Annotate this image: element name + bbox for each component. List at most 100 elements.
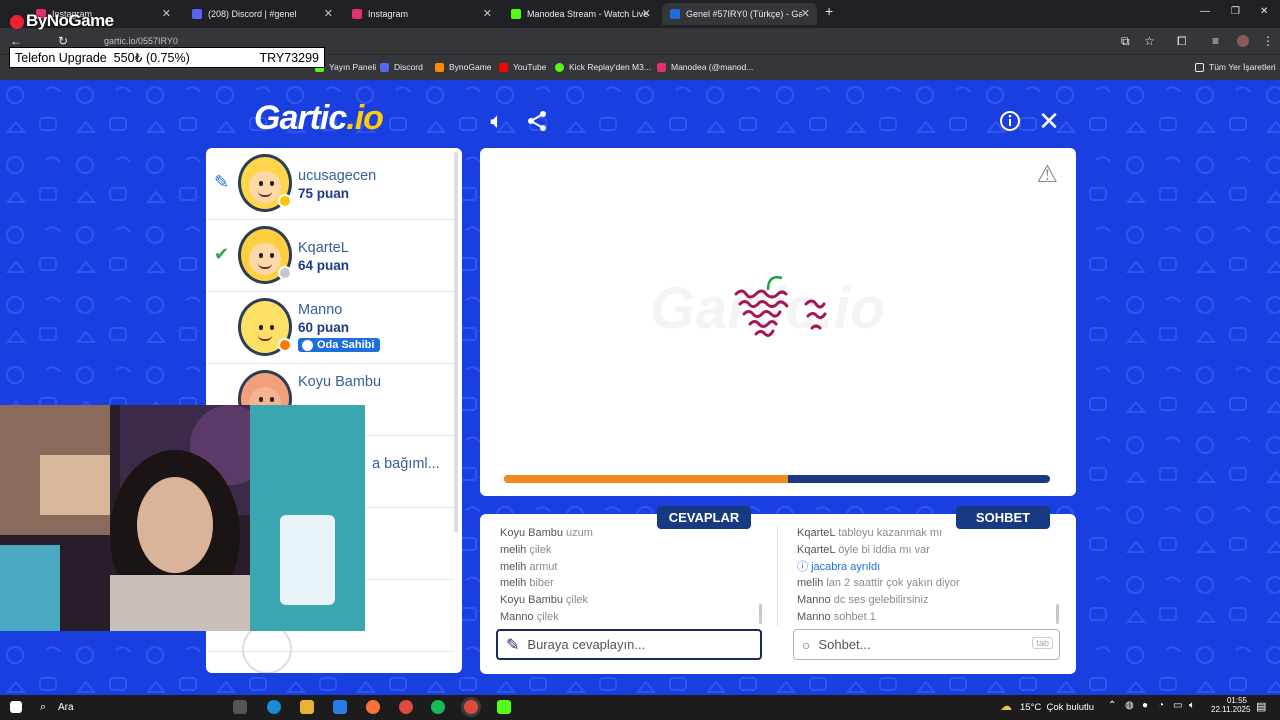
taskbar-search[interactable]: Ara xyxy=(58,702,74,713)
chat-input[interactable]: ○ Sohbet... tab xyxy=(793,629,1060,660)
edge-icon[interactable] xyxy=(267,700,281,714)
tray-chevron-icon[interactable]: ⌃ xyxy=(1108,700,1116,711)
bookmark-item[interactable]: Discord xyxy=(380,62,423,72)
reload-icon[interactable]: ↻ xyxy=(58,34,68,48)
minimize-button[interactable]: — xyxy=(1200,6,1210,17)
firefox-icon[interactable] xyxy=(366,700,380,714)
bookmark-item[interactable]: Kick Replay'den M3... xyxy=(555,62,651,72)
message-user: melih xyxy=(500,543,527,556)
install-app-icon[interactable]: ⧉ xyxy=(1121,34,1130,49)
message-text: çilek xyxy=(566,594,589,607)
round-timer-fill xyxy=(504,475,788,483)
message-text: lan 2 saattir çok yakın diyor xyxy=(826,577,960,590)
all-bookmarks[interactable]: Tüm Yer İşaretleri xyxy=(1195,62,1276,72)
close-icon[interactable]: ✕ xyxy=(1034,106,1064,136)
bookmark-label: YouTube xyxy=(513,62,547,72)
wifi-icon[interactable]: ◔ xyxy=(1158,700,1164,711)
browser-tab-3[interactable]: Instagram ✕ xyxy=(344,3,499,25)
player-row[interactable]: Manno 60 puan Oda Sahibi xyxy=(206,292,454,364)
drawing-canvas[interactable]: ⚠ Gartic.io xyxy=(480,148,1076,496)
clock-time: 01:55 xyxy=(1226,696,1247,705)
youtube-icon xyxy=(499,62,508,72)
back-icon[interactable]: ← xyxy=(10,34,22,48)
message-text: çilek xyxy=(536,610,559,623)
menu-icon[interactable]: ⋮ xyxy=(1262,34,1274,48)
chrome-active-icon[interactable] xyxy=(464,700,478,714)
player-row[interactable]: ✎ ucusagecen 75 puan xyxy=(206,148,454,220)
ticker-text: Telefon Upgrade 550₺ (0.75%) xyxy=(15,51,190,65)
message-user: Manno xyxy=(797,594,831,607)
report-warning-icon[interactable]: ⚠ xyxy=(1036,160,1058,189)
tab-title: Genel #57IRY0 (Türkçe) - Gartic xyxy=(686,9,802,19)
player-name: ucusagecen xyxy=(298,168,377,184)
notifications-icon[interactable]: ▤ xyxy=(1256,700,1266,713)
task-view-icon[interactable] xyxy=(233,700,247,714)
clock[interactable]: 01:55 22.11.2025 xyxy=(1211,696,1250,714)
message-user: melih xyxy=(797,577,824,590)
pencil-icon: ✎ xyxy=(214,172,230,192)
discord-icon xyxy=(192,9,202,19)
display-icon[interactable]: ▭ xyxy=(1173,700,1182,711)
status-dot xyxy=(278,266,292,280)
store-icon[interactable] xyxy=(333,700,347,714)
close-tab-icon[interactable]: ✕ xyxy=(483,7,492,20)
mic-icon[interactable]: ● xyxy=(1142,700,1148,711)
player-list-scrollbar[interactable] xyxy=(454,152,458,532)
player-points: 75 puan xyxy=(298,186,350,201)
bookmark-item[interactable]: BynoGame xyxy=(435,62,492,72)
sound-icon[interactable]: 🔈︎ xyxy=(482,106,512,136)
close-tab-icon[interactable]: ✕ xyxy=(801,7,810,20)
extensions-icon[interactable]: ⧠ xyxy=(1177,34,1187,49)
answers-scrollbar[interactable] xyxy=(759,604,762,624)
new-tab-button[interactable]: + xyxy=(825,3,833,19)
player-row[interactable]: ✔ KqarteL 64 puan xyxy=(206,220,454,292)
tab-title: Manodea Stream - Watch Live xyxy=(527,9,649,19)
profile-avatar[interactable] xyxy=(1237,35,1249,47)
browser-tab-2[interactable]: (208) Discord | #genel ✕ xyxy=(184,3,340,25)
answer-input[interactable]: ✎ Buraya cevaplayın... xyxy=(496,629,762,660)
chat-scrollbar[interactable] xyxy=(1056,604,1059,624)
start-icon[interactable] xyxy=(10,701,22,713)
gartic-logo: Gartic.io xyxy=(254,99,384,137)
instagram-icon xyxy=(657,62,666,72)
close-tab-icon[interactable]: ✕ xyxy=(324,7,333,20)
volume-icon[interactable]: 🔈︎ xyxy=(1189,700,1195,711)
reading-list-icon[interactable]: ≡ xyxy=(1212,34,1219,48)
round-timer-bar xyxy=(504,475,1050,483)
info-icon[interactable] xyxy=(995,106,1025,136)
network-icon[interactable]: ◍ xyxy=(1125,700,1134,711)
address-field[interactable]: gartic.io/0557IRY0 xyxy=(104,36,178,46)
file-explorer-icon[interactable] xyxy=(300,700,314,714)
message-text: sohbet 1 xyxy=(833,610,876,623)
donation-ticker: Telefon Upgrade 550₺ (0.75%) TRY73299 xyxy=(9,47,325,68)
spotify-icon[interactable] xyxy=(431,700,445,714)
brand-text: ByNoGame xyxy=(26,11,114,30)
player-name: Manno xyxy=(298,302,343,318)
weather-text[interactable]: 15°C Çok bulutlu xyxy=(1020,702,1094,713)
close-tab-icon[interactable]: ✕ xyxy=(642,7,651,20)
close-tab-icon[interactable]: ✕ xyxy=(162,7,171,20)
tab-title: (208) Discord | #genel xyxy=(208,9,297,19)
tab-title: Instagram xyxy=(368,9,409,19)
message-text: dc ses gelebilirsiniz xyxy=(833,594,929,607)
bookmark-item[interactable]: Manodea (@manod... xyxy=(657,62,753,72)
message-user: Manno xyxy=(797,610,831,623)
instagram-icon xyxy=(352,9,362,19)
bookmark-label: Manodea (@manod... xyxy=(671,62,754,72)
weather-icon: ☁ xyxy=(1000,699,1012,713)
browser-tab-5-active[interactable]: Genel #57IRY0 (Türkçe) - Gartic ✕ xyxy=(662,3,817,25)
answers-message: melih armut xyxy=(500,559,593,576)
chat-placeholder: Sohbet... xyxy=(818,637,871,652)
share-icon[interactable] xyxy=(522,106,552,136)
bookmark-item[interactable]: YouTube xyxy=(499,62,546,72)
browser-tab-4[interactable]: Manodea Stream - Watch Live ✕ xyxy=(503,3,658,25)
status-dot xyxy=(278,338,292,352)
player-points: 64 puan xyxy=(298,258,350,273)
bookmark-star-icon[interactable]: ☆ xyxy=(1144,34,1155,48)
status-dot xyxy=(278,194,292,208)
close-window-button[interactable]: ✕ xyxy=(1260,6,1268,17)
chrome-icon[interactable] xyxy=(399,700,413,714)
maximize-button[interactable]: ❐ xyxy=(1231,6,1240,17)
chat-message: melih lan 2 saattir çok yakın diyor xyxy=(797,575,960,592)
kick-app-icon[interactable] xyxy=(497,700,511,714)
